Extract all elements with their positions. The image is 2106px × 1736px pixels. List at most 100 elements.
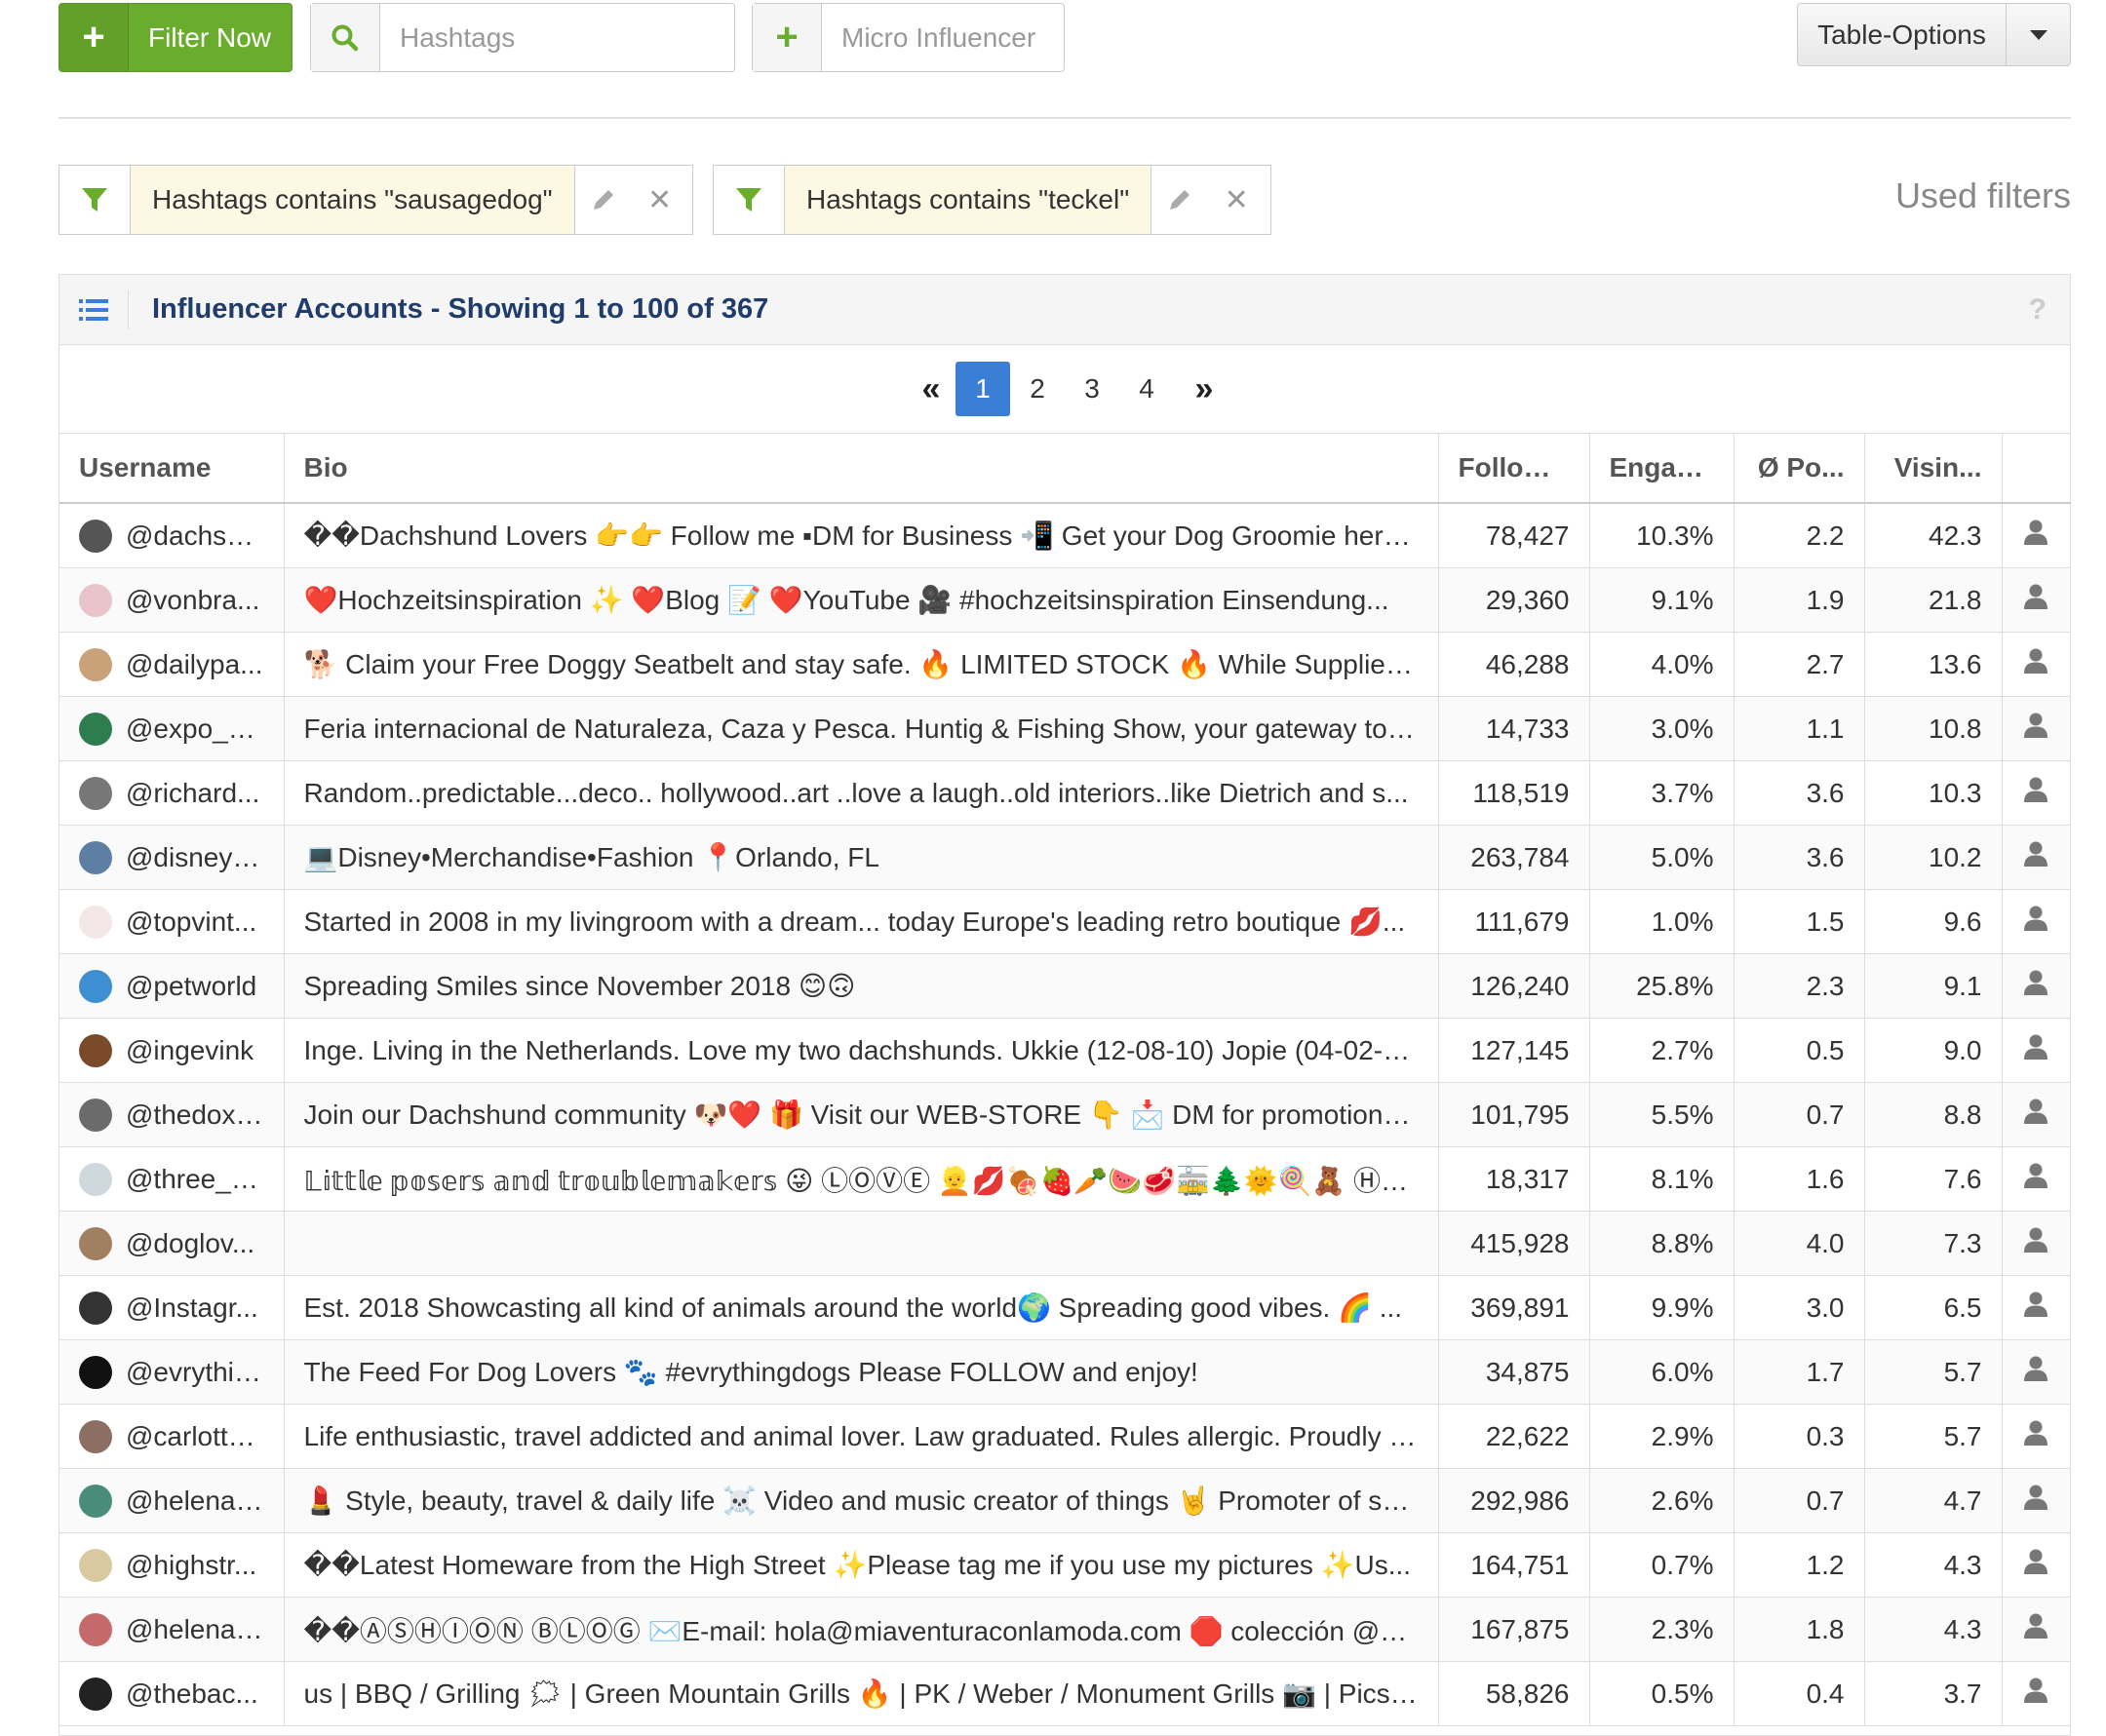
table-row[interactable]: @doglov... 415,928 8.8% 4.0 7.3 <box>59 1211 2071 1276</box>
filter-now-button[interactable]: + Filter Now <box>58 3 292 72</box>
table-row[interactable]: @helenan... 💄 Style, beauty, travel & dai… <box>59 1468 2071 1533</box>
username-cell[interactable]: @helenac... <box>59 1597 285 1662</box>
table-row[interactable]: @carlotta... Life enthusiastic, travel ad… <box>59 1404 2071 1469</box>
user-icon[interactable] <box>2002 760 2071 826</box>
table-row[interactable]: @dachsh... ��Dachshund Lovers 👉👉 Follow m… <box>59 503 2071 568</box>
user-icon[interactable] <box>2002 1018 2071 1083</box>
user-icon[interactable] <box>2002 503 2071 568</box>
user-icon[interactable] <box>2002 825 2071 890</box>
column-header-avg-posts[interactable]: Ø Po... <box>1734 434 1865 504</box>
user-icon[interactable] <box>2002 889 2071 954</box>
first-page-button[interactable]: « <box>901 362 956 416</box>
username[interactable]: @carlotta... <box>126 1421 264 1452</box>
username[interactable]: @ingevink <box>126 1035 254 1066</box>
user-icon[interactable] <box>2002 1211 2071 1276</box>
table-row[interactable]: @dailypa... 🐕 Claim your Free Doggy Seatb… <box>59 632 2071 697</box>
username[interactable]: @topvint... <box>126 907 256 938</box>
table-row[interactable]: @helenac... ��ⒶⓈⒽⒾⓄⓃ ⒷⓁⓄⒼ ✉️E-mail: hola@… <box>59 1597 2071 1662</box>
username-cell[interactable]: @thedoxi... <box>59 1082 285 1147</box>
chevron-down-icon[interactable] <box>2007 4 2070 65</box>
plus-icon[interactable]: + <box>753 4 822 71</box>
help-icon[interactable]: ? <box>2029 293 2047 327</box>
table-row[interactable]: @ingevink Inge. Living in the Netherlands… <box>59 1018 2071 1083</box>
search-icon[interactable] <box>311 4 380 71</box>
username[interactable]: @expo_ci... <box>126 714 264 745</box>
table-row[interactable]: @highstr... ��Latest Homeware from the Hi… <box>59 1532 2071 1598</box>
username-cell[interactable]: @thebac... <box>59 1661 285 1726</box>
pencil-icon[interactable] <box>575 166 632 234</box>
username[interactable]: @Instagr... <box>126 1292 258 1324</box>
page-button[interactable]: 3 <box>1065 362 1119 416</box>
username[interactable]: @petworld <box>126 971 256 1002</box>
username-cell[interactable]: @highstr... <box>59 1532 285 1598</box>
column-header-follower[interactable]: Follower <box>1438 434 1590 504</box>
username-cell[interactable]: @petworld <box>59 953 285 1019</box>
username[interactable]: @helenac... <box>126 1614 264 1645</box>
user-icon[interactable] <box>2002 1661 2071 1726</box>
username[interactable]: @helenan... <box>126 1485 264 1517</box>
username[interactable]: @dailypa... <box>126 649 263 680</box>
username-cell[interactable]: @ingevink <box>59 1018 285 1083</box>
user-icon[interactable] <box>2002 1597 2071 1662</box>
username-cell[interactable]: @Instagr... <box>59 1275 285 1340</box>
username-cell[interactable]: @vonbra... <box>59 567 285 633</box>
pencil-icon[interactable] <box>1151 166 1208 234</box>
table-row[interactable]: @three_d... 𝕃𝕚𝕥𝕥𝕝𝕖 𝕡𝕠𝕤𝕖𝕣𝕤 𝕒𝕟𝕕 𝕥𝕣𝕠𝕦𝕓𝕝𝕖𝕞𝕒𝕜𝕖… <box>59 1146 2071 1212</box>
username[interactable]: @richard... <box>126 778 259 809</box>
column-header-engagement[interactable]: Engag... <box>1589 434 1735 504</box>
last-page-button[interactable]: » <box>1174 362 1228 416</box>
username-cell[interactable]: @disneyli... <box>59 825 285 890</box>
user-icon[interactable] <box>2002 1532 2071 1598</box>
page-button[interactable]: 1 <box>956 362 1010 416</box>
username[interactable]: @evrythin... <box>126 1357 264 1388</box>
username-cell[interactable]: @topvint... <box>59 889 285 954</box>
table-row[interactable]: @topvint... Started in 2008 in my livingr… <box>59 889 2071 954</box>
username[interactable]: @doglov... <box>126 1228 254 1259</box>
table-row[interactable]: @Instagr... Est. 2018 Showcasting all kin… <box>59 1275 2071 1340</box>
username[interactable]: @three_d... <box>126 1164 264 1195</box>
table-row[interactable]: @vonbra... ❤️Hochzeitsinspiration ✨ ❤️Blo… <box>59 567 2071 633</box>
column-header-visibility[interactable]: Visin... <box>1864 434 2003 504</box>
micro-influencer-input[interactable]: Micro Influencer <box>822 4 1064 71</box>
username-cell[interactable]: @expo_ci... <box>59 696 285 761</box>
page-button[interactable]: 2 <box>1010 362 1065 416</box>
close-icon[interactable]: ✕ <box>1208 166 1265 234</box>
username-cell[interactable]: @doglov... <box>59 1211 285 1276</box>
table-row[interactable]: @thebac... us | BBQ / Grilling 🗯 | Green … <box>59 1661 2071 1726</box>
user-icon[interactable] <box>2002 1468 2071 1533</box>
username[interactable]: @thedoxi... <box>126 1099 264 1131</box>
close-icon[interactable]: ✕ <box>632 166 688 234</box>
column-header-username[interactable]: Username <box>59 434 285 504</box>
table-row[interactable]: @disneyli... 💻Disney•Merchandise•Fashion … <box>59 825 2071 890</box>
user-icon[interactable] <box>2002 1082 2071 1147</box>
username-cell[interactable]: @dachsh... <box>59 503 285 568</box>
user-icon[interactable] <box>2002 1404 2071 1469</box>
username-cell[interactable]: @carlotta... <box>59 1404 285 1469</box>
page-button[interactable]: 4 <box>1119 362 1174 416</box>
user-icon[interactable] <box>2002 1146 2071 1212</box>
username-cell[interactable]: @helenan... <box>59 1468 285 1533</box>
user-icon[interactable] <box>2002 1339 2071 1405</box>
user-icon[interactable] <box>2002 567 2071 633</box>
user-icon[interactable] <box>2002 953 2071 1019</box>
username[interactable]: @thebac... <box>126 1678 258 1710</box>
table-row[interactable]: @expo_ci... Feria internacional de Natura… <box>59 696 2071 761</box>
username-cell[interactable]: @three_d... <box>59 1146 285 1212</box>
table-row[interactable]: @evrythin... The Feed For Dog Lovers 🐾 #e… <box>59 1339 2071 1405</box>
column-header-bio[interactable]: Bio <box>284 434 1439 504</box>
hashtags-input[interactable]: Hashtags <box>380 4 734 71</box>
username-cell[interactable]: @richard... <box>59 760 285 826</box>
username[interactable]: @disneyli... <box>126 842 264 873</box>
user-icon[interactable] <box>2002 632 2071 697</box>
user-icon[interactable] <box>2002 696 2071 761</box>
username-cell[interactable]: @dailypa... <box>59 632 285 697</box>
username[interactable]: @highstr... <box>126 1550 256 1581</box>
table-row[interactable]: @richard... Random..predictable...deco.. … <box>59 760 2071 826</box>
table-row[interactable]: @thedoxi... Join our Dachshund community … <box>59 1082 2071 1147</box>
user-icon[interactable] <box>2002 1275 2071 1340</box>
table-row[interactable]: @petworld Spreading Smiles since November… <box>59 953 2071 1019</box>
table-options-dropdown[interactable]: Table-Options <box>1797 3 2071 66</box>
username[interactable]: @vonbra... <box>126 585 259 616</box>
username-cell[interactable]: @evrythin... <box>59 1339 285 1405</box>
username[interactable]: @dachsh... <box>126 521 264 552</box>
